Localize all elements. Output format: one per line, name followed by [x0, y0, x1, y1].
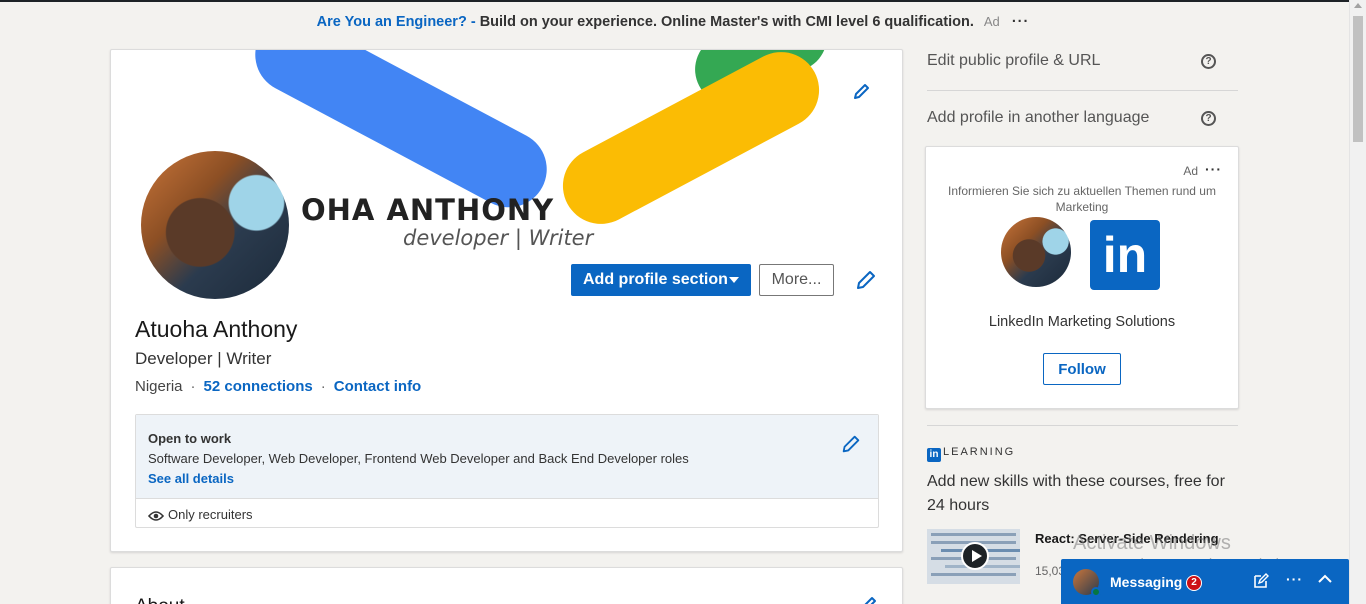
edit-public-profile-link[interactable]: Edit public profile & URL ? — [927, 52, 1238, 70]
messaging-more-icon[interactable]: ··· — [1286, 571, 1303, 587]
ad-tag: Ad — [983, 14, 1000, 29]
add-language-label: Add profile in another language — [927, 109, 1150, 126]
unread-badge: 2 — [1186, 575, 1202, 591]
about-card: About — [110, 567, 903, 604]
ad-tag: Ad — [1183, 164, 1198, 178]
add-profile-section-button[interactable]: Add profile section — [571, 264, 751, 296]
eye-icon — [147, 511, 165, 521]
watermark-line1: Activate Windows — [1073, 532, 1231, 554]
avatar-photo — [141, 151, 289, 299]
sidebar-divider — [927, 90, 1238, 91]
add-language-link[interactable]: Add profile in another language ? — [927, 109, 1238, 127]
linkedin-logo-icon[interactable]: in — [1090, 220, 1160, 290]
ad-more-icon[interactable]: ··· — [1205, 161, 1222, 177]
page-scrollbar[interactable] — [1349, 0, 1366, 604]
banner-name-text: OHA ANTHONY — [301, 193, 555, 227]
open-to-work-title: Open to work — [148, 431, 232, 446]
banner-subtitle-text: developer | Writer — [403, 226, 594, 250]
more-button[interactable]: More... — [759, 264, 834, 296]
course-code-graphic — [931, 533, 1016, 536]
about-title: About — [135, 596, 185, 604]
help-icon[interactable]: ? — [1201, 54, 1216, 69]
course-thumbnail[interactable] — [927, 529, 1020, 584]
scroll-thumb[interactable] — [1353, 16, 1363, 142]
meta-separator: · — [320, 378, 326, 395]
sidebar-ad-card: Ad ··· Informieren Sie sich zu aktuellen… — [925, 146, 1239, 409]
visibility-label: Only recruiters — [168, 507, 253, 522]
edit-intro-pencil-icon[interactable] — [854, 268, 878, 292]
profile-name: Atuoha Anthony — [135, 316, 298, 342]
follow-button[interactable]: Follow — [1043, 353, 1121, 385]
ad-lead-link[interactable]: Are You an Engineer? - — [317, 14, 476, 30]
messaging-label[interactable]: Messaging — [1110, 574, 1182, 590]
profile-card: OHA ANTHONY developer | Writer Add profi… — [110, 49, 903, 552]
learning-heading-text: LEARNING — [943, 446, 1016, 458]
edit-open-to-work-pencil-icon[interactable] — [840, 433, 862, 455]
contact-info-link[interactable]: Contact info — [334, 378, 422, 395]
ad-more-icon[interactable]: ··· — [1012, 14, 1030, 30]
sidebar-divider — [927, 425, 1238, 426]
open-to-work-roles: Software Developer, Web Developer, Front… — [148, 451, 689, 466]
banner-yellow-shape — [549, 50, 833, 238]
online-status-icon — [1091, 587, 1101, 597]
chevron-up-icon[interactable] — [1317, 571, 1333, 587]
learning-heading: in LEARNING — [927, 446, 1015, 462]
top-border — [0, 0, 1366, 2]
profile-location: Nigeria — [135, 378, 183, 395]
caret-down-icon — [729, 277, 739, 283]
top-ad-banner[interactable]: Are You an Engineer? - Build on your exp… — [0, 14, 1346, 30]
profile-headline: Developer | Writer — [135, 349, 272, 368]
scroll-up-arrow-icon[interactable] — [1354, 3, 1362, 8]
ad-user-avatar — [1001, 217, 1071, 287]
play-icon[interactable] — [961, 542, 989, 570]
ad-company-name[interactable]: LinkedIn Marketing Solutions — [926, 314, 1238, 330]
open-to-work-visibility: Only recruiters — [147, 507, 253, 522]
open-to-work-header: Open to work Software Developer, Web Dev… — [136, 415, 878, 499]
help-icon[interactable]: ? — [1201, 111, 1216, 126]
compose-icon[interactable] — [1253, 573, 1269, 589]
learning-description: Add new skills with these courses, free … — [927, 473, 1225, 514]
see-all-details-link[interactable]: See all details — [148, 471, 234, 486]
edit-public-profile-label: Edit public profile & URL — [927, 52, 1101, 69]
edit-about-pencil-icon[interactable] — [859, 594, 879, 604]
add-profile-section-label: Add profile section — [583, 271, 728, 288]
edit-cover-pencil-icon[interactable] — [852, 81, 872, 101]
profile-meta: Nigeria · 52 connections · Contact info — [135, 378, 421, 395]
messaging-bar[interactable]: Messaging 2 ··· — [1061, 559, 1349, 604]
linkedin-learning-logo-icon: in — [927, 448, 941, 462]
connections-link[interactable]: 52 connections — [204, 378, 313, 395]
meta-separator: · — [190, 378, 196, 395]
ad-text[interactable]: Build on your experience. Online Master'… — [480, 14, 974, 30]
open-to-work-box: Open to work Software Developer, Web Dev… — [135, 414, 879, 528]
ad-message[interactable]: Informieren Sie sich zu aktuellen Themen… — [940, 183, 1224, 215]
profile-avatar[interactable] — [137, 147, 293, 303]
